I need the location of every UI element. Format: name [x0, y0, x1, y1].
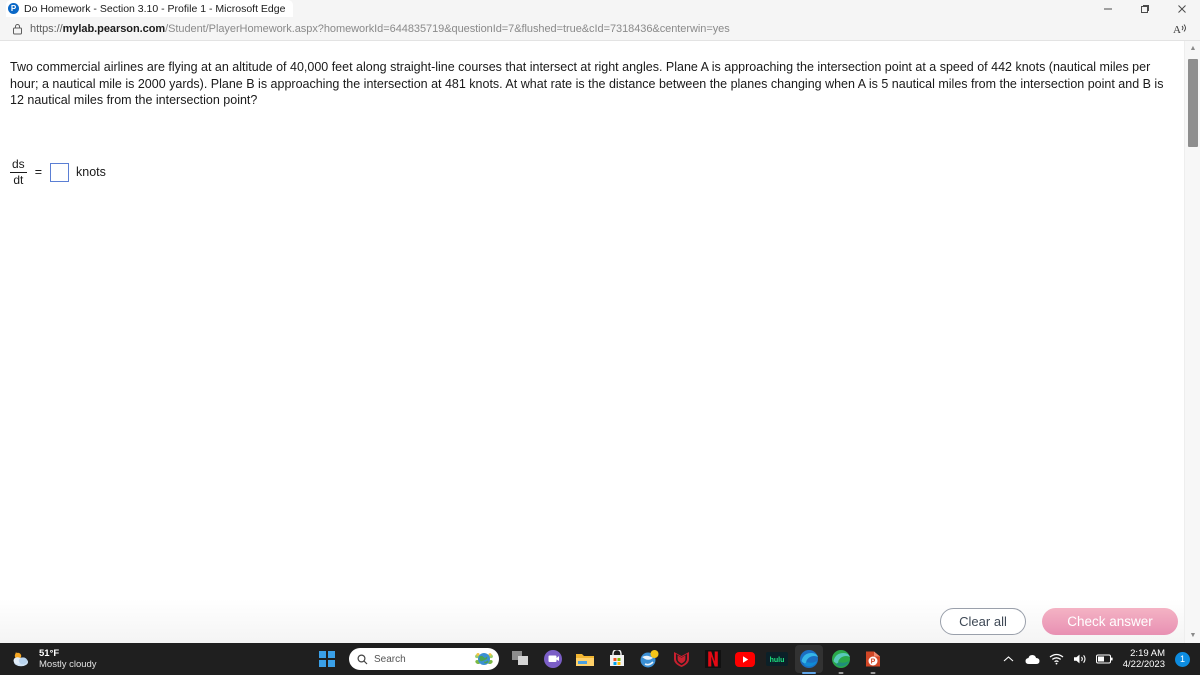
svg-text:A: A [1173, 24, 1181, 36]
scrollbar-thumb[interactable] [1188, 59, 1198, 147]
battery-icon[interactable] [1095, 646, 1115, 672]
answer-row: ds dt = knots [10, 154, 106, 190]
browser-title-bar: P Do Homework - Section 3.10 - Profile 1… [0, 0, 1200, 17]
browser-toolbar: https://mylab.pearson.com/Student/Player… [0, 17, 1200, 41]
scroll-up-arrow-icon[interactable]: ▲ [1185, 41, 1200, 56]
teams-chat-icon[interactable] [539, 645, 567, 673]
mcafee-icon[interactable] [667, 645, 695, 673]
youtube-icon[interactable] [731, 645, 759, 673]
clear-all-button[interactable]: Clear all [940, 607, 1026, 635]
netflix-icon[interactable] [699, 645, 727, 673]
microsoft-edge-icon[interactable] [795, 645, 823, 673]
derivative-fraction: ds dt [10, 156, 27, 187]
scroll-down-arrow-icon[interactable]: ▼ [1185, 628, 1200, 643]
task-view-icon[interactable] [507, 645, 535, 673]
clock-time: 2:19 AM [1130, 648, 1165, 659]
weather-widget[interactable]: 51°F Mostly cloudy [10, 648, 190, 670]
tab-title: Do Homework - Section 3.10 - Profile 1 -… [24, 2, 286, 15]
clock[interactable]: 2:19 AM 4/22/2023 [1123, 648, 1165, 670]
weather-temperature: 51°F [39, 648, 60, 659]
sun-behind-cloud-icon [10, 649, 32, 669]
magnifier-icon [357, 653, 368, 664]
page-content: Two commercial airlines are flying at an… [0, 41, 1200, 643]
powerpoint-icon[interactable]: P [859, 645, 887, 673]
unit-label: knots [76, 165, 106, 179]
close-icon[interactable] [1163, 0, 1200, 17]
chevron-up-icon[interactable] [999, 646, 1019, 672]
minimize-icon[interactable] [1089, 0, 1126, 17]
svg-text:P: P [871, 659, 876, 666]
windows-taskbar: 51°F Mostly cloudy Search hulu P 2:19 AM… [0, 643, 1200, 675]
page-scrollbar[interactable]: ▲ ▼ [1184, 41, 1200, 643]
restore-icon[interactable] [1126, 0, 1163, 17]
browser-tab[interactable]: P Do Homework - Section 3.10 - Profile 1… [6, 0, 294, 17]
microsoft-store-icon[interactable] [603, 645, 631, 673]
answer-input[interactable] [50, 162, 69, 182]
hulu-icon[interactable]: hulu [763, 645, 791, 673]
start-icon[interactable] [313, 645, 341, 673]
file-explorer-icon[interactable] [571, 645, 599, 673]
notification-badge[interactable]: 1 [1175, 651, 1190, 667]
fraction-numerator: ds [12, 156, 25, 171]
taskbar-center-group: Search hulu P [313, 645, 887, 673]
search-input[interactable]: Search [349, 648, 499, 670]
address-bar[interactable]: https://mylab.pearson.com/Student/Player… [8, 19, 1168, 38]
weather-condition: Mostly cloudy [39, 659, 97, 670]
check-answer-button[interactable]: Check answer [1042, 607, 1178, 635]
speaker-icon[interactable] [1071, 646, 1091, 672]
system-tray: 2:19 AM 4/22/2023 1 [999, 646, 1194, 672]
url-text: https://mylab.pearson.com/Student/Player… [30, 23, 730, 35]
wifi-icon[interactable] [1047, 646, 1067, 672]
window-controls [1089, 0, 1200, 17]
svg-text:hulu: hulu [770, 657, 785, 664]
clock-date: 4/22/2023 [1122, 659, 1165, 670]
search-placeholder: Search [374, 653, 406, 665]
pearson-logo-icon: P [8, 3, 19, 14]
weather-text: 51°F Mostly cloudy [39, 648, 97, 670]
tab-strip: P Do Homework - Section 3.10 - Profile 1… [0, 0, 294, 17]
url-host: mylab.pearson.com [62, 22, 166, 35]
browser-window: P Do Homework - Section 3.10 - Profile 1… [0, 0, 1200, 643]
url-path: /Student/PlayerHomework.aspx?homeworkId=… [165, 22, 730, 35]
cloud-icon[interactable] [1023, 646, 1043, 672]
url-scheme: https:// [30, 22, 63, 35]
earth-day-globe-icon [474, 651, 494, 667]
get-help-icon[interactable] [635, 645, 663, 673]
action-bar: Clear all Check answer [0, 599, 1184, 643]
question-text: Two commercial airlines are flying at an… [10, 60, 1164, 107]
fraction-denominator: dt [13, 172, 24, 187]
padlock-icon[interactable] [8, 20, 26, 38]
equals-sign: = [34, 165, 42, 179]
read-aloud-icon[interactable]: A [1168, 19, 1194, 39]
microsoft-edge-dev-icon[interactable] [827, 645, 855, 673]
